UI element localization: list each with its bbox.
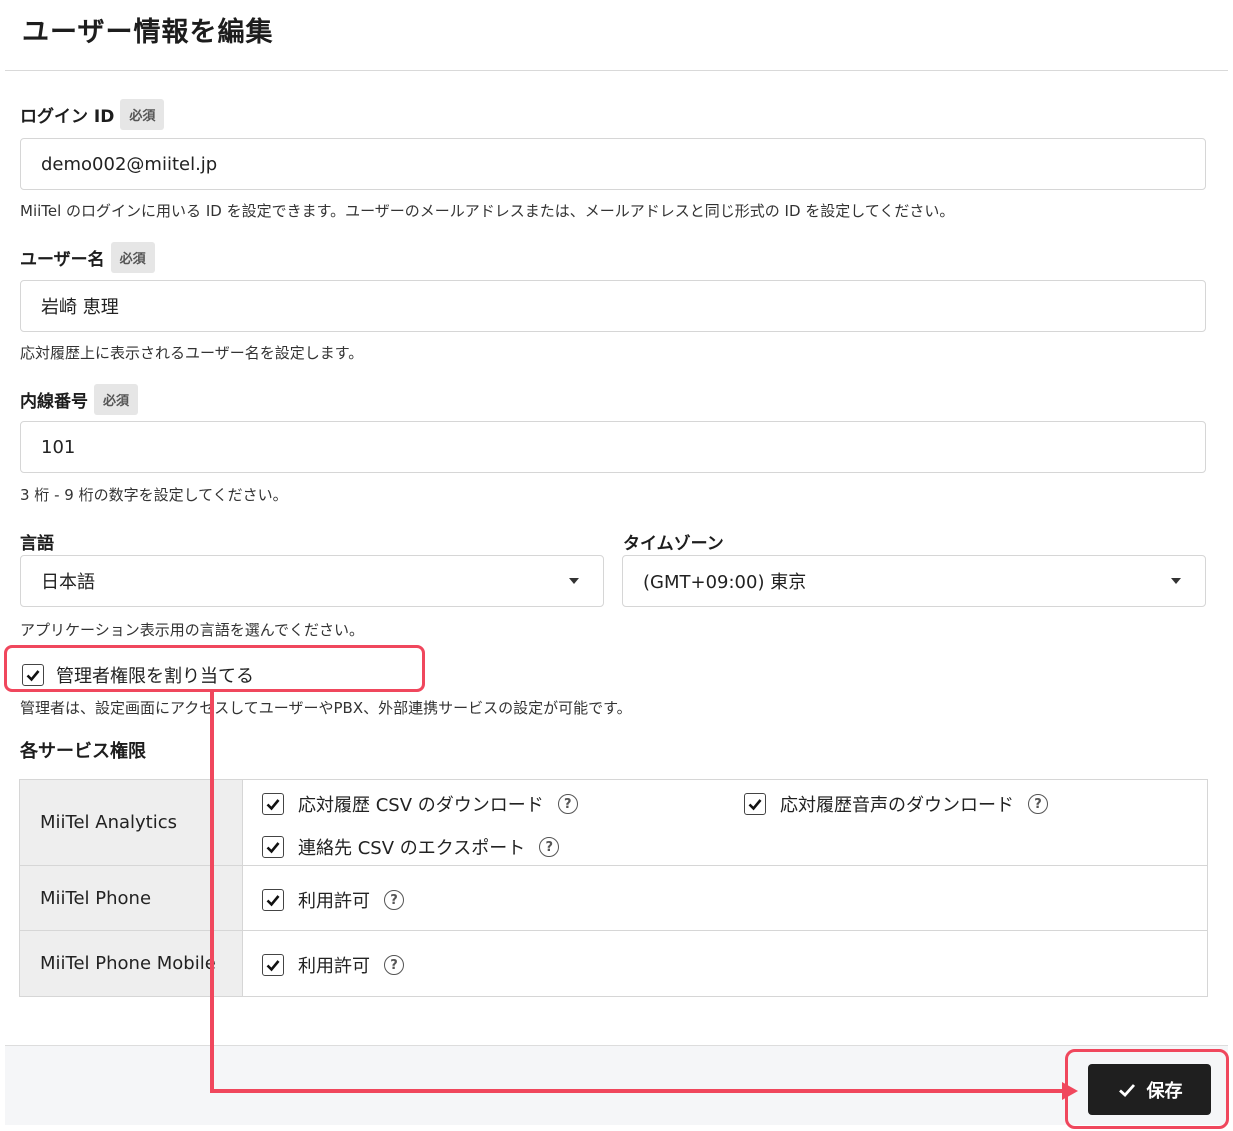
language-value: 日本語 [41, 572, 95, 593]
services-section-title: 各サービス権限 [20, 741, 146, 762]
mobile-allow-checkbox[interactable] [262, 954, 284, 976]
check-icon [266, 842, 280, 854]
page-title: ユーザー情報を編集 [22, 17, 274, 48]
admin-highlight-box [4, 645, 425, 692]
user-name-label-text: ユーザー名 [20, 250, 105, 270]
help-icon[interactable]: ? [1028, 794, 1048, 814]
user-name-label: ユーザー名 必須 [20, 242, 155, 273]
contacts-export-label: 連絡先 CSV のエクスポート [298, 838, 526, 859]
contacts-export-checkbox[interactable] [262, 836, 284, 858]
audio-download-label: 応対履歴音声のダウンロード [780, 795, 1014, 816]
login-id-help: MiiTel のログインに用いる ID を設定できます。ユーザーのメールアドレス… [20, 202, 955, 220]
title-divider [5, 70, 1228, 71]
csv-download-checkbox[interactable] [262, 793, 284, 815]
login-id-value: demo002@miitel.jp [41, 153, 218, 175]
annotation-connector-horizontal [210, 1089, 1064, 1093]
language-help: アプリケーション表示用の言語を選んでください。 [20, 621, 364, 639]
language-label: 言語 [20, 534, 54, 554]
service-permissions-table: MiiTel Analytics 応対履歴 CSV のダウンロード ? 応対履歴… [19, 779, 1208, 997]
login-id-input[interactable]: demo002@miitel.jp [20, 138, 1206, 190]
check-icon [748, 799, 762, 811]
language-select[interactable]: 日本語 [20, 555, 604, 607]
option-csv-download[interactable]: 応対履歴 CSV のダウンロード ? [262, 791, 578, 817]
extension-label: 内線番号 必須 [20, 384, 139, 415]
mobile-allow-label: 利用許可 [298, 956, 370, 977]
option-audio-download[interactable]: 応対履歴音声のダウンロード ? [744, 791, 1048, 817]
help-icon[interactable]: ? [539, 837, 560, 857]
user-name-value: 岩崎 恵理 [41, 297, 119, 318]
annotation-connector-vertical [210, 691, 214, 1093]
timezone-select[interactable]: (GMT+09:00) 東京 [622, 555, 1206, 607]
login-id-label: ログイン ID 必須 [20, 99, 165, 130]
csv-download-label: 応対履歴 CSV のダウンロード [298, 795, 544, 816]
chevron-down-icon [1171, 578, 1181, 584]
help-icon[interactable]: ? [557, 794, 578, 814]
required-badge: 必須 [110, 242, 155, 273]
service-name-phone: MiiTel Phone [20, 866, 242, 930]
extension-value: 101 [41, 436, 76, 458]
help-icon[interactable]: ? [384, 955, 404, 975]
login-id-label-text: ログイン ID [20, 107, 115, 127]
check-icon [266, 799, 280, 811]
extension-help: 3 桁 - 9 桁の数字を設定してください。 [20, 486, 288, 504]
service-name-phone-mobile: MiiTel Phone Mobile [20, 931, 242, 996]
check-icon [266, 895, 280, 907]
user-name-input[interactable]: 岩崎 恵理 [20, 280, 1206, 332]
check-icon [266, 960, 280, 972]
save-highlight-box [1065, 1049, 1229, 1129]
required-badge: 必須 [94, 384, 139, 415]
admin-help: 管理者は、設定画面にアクセスしてユーザーやPBX、外部連携サービスの設定が可能で… [20, 699, 632, 717]
option-mobile-allow[interactable]: 利用許可 ? [262, 952, 404, 978]
option-contacts-export[interactable]: 連絡先 CSV のエクスポート ? [262, 834, 560, 860]
service-name-analytics: MiiTel Analytics [20, 780, 242, 865]
help-icon[interactable]: ? [384, 890, 404, 910]
phone-allow-label: 利用許可 [298, 891, 370, 912]
required-badge: 必須 [120, 99, 165, 130]
phone-allow-checkbox[interactable] [262, 889, 284, 911]
column-divider [242, 780, 243, 996]
user-name-help: 応対履歴上に表示されるユーザー名を設定します。 [20, 344, 364, 362]
footer-bar [5, 1045, 1228, 1125]
extension-input[interactable]: 101 [20, 421, 1206, 473]
timezone-value: (GMT+09:00) 東京 [643, 572, 807, 593]
option-phone-allow[interactable]: 利用許可 ? [262, 887, 404, 913]
audio-download-checkbox[interactable] [744, 793, 766, 815]
chevron-down-icon [569, 578, 579, 584]
extension-label-text: 内線番号 [20, 392, 88, 412]
timezone-label: タイムゾーン [623, 534, 724, 554]
